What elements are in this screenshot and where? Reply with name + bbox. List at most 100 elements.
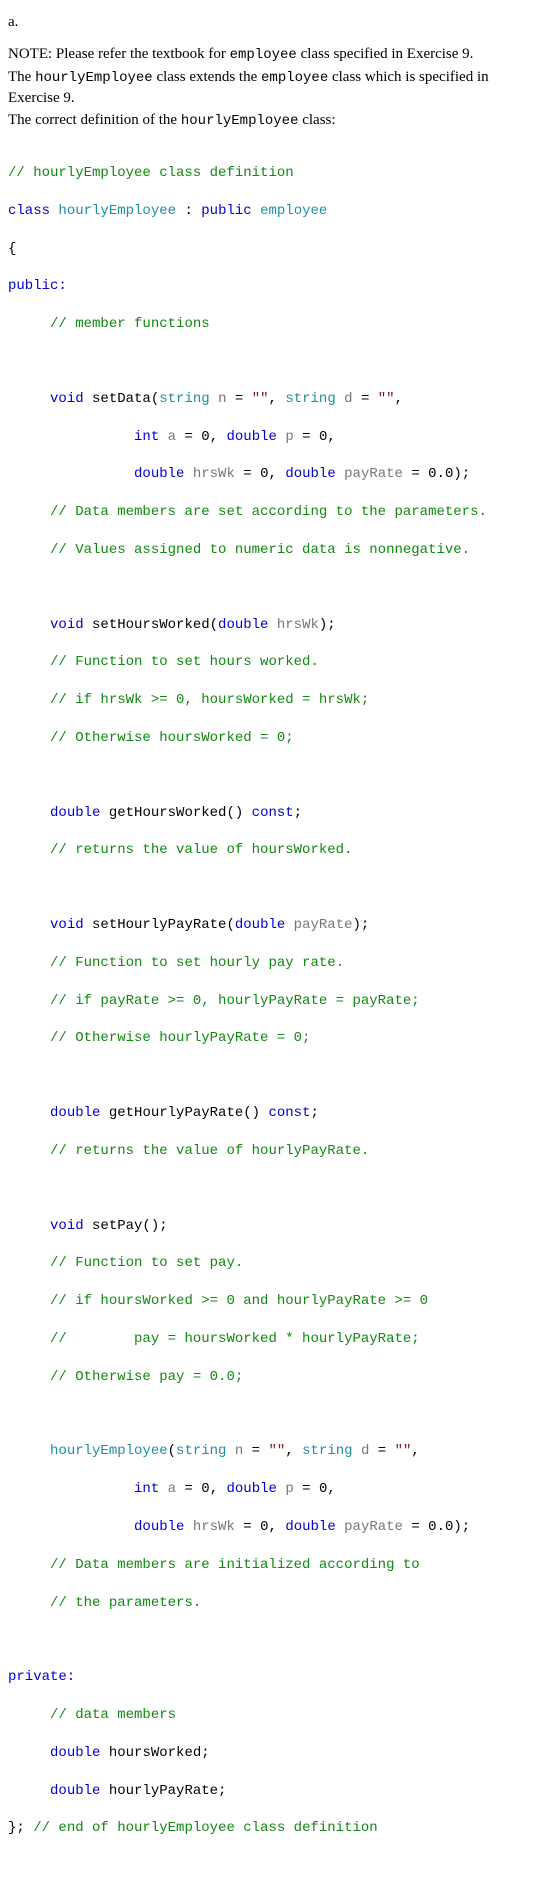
paren: ( xyxy=(168,1443,176,1459)
blank-line xyxy=(8,353,540,371)
eq: = xyxy=(369,1443,394,1459)
code-line: double getHourlyPayRate() const; xyxy=(8,1104,540,1123)
comment: // Data members are initialized accordin… xyxy=(50,1557,420,1573)
code-line: { xyxy=(8,240,540,259)
indent xyxy=(8,805,50,821)
note-line-2: The hourlyEmployee class extends the emp… xyxy=(8,67,540,108)
code-line: double getHoursWorked() const; xyxy=(8,804,540,823)
eq: = xyxy=(176,1481,201,1497)
code-line: // data members xyxy=(8,1706,540,1725)
keyword-const: const xyxy=(252,805,294,821)
semi: ; xyxy=(294,805,302,821)
indent xyxy=(8,654,50,670)
comment: // if hrsWk >= 0, hoursWorked = hrsWk; xyxy=(50,692,369,708)
keyword-public-label: public: xyxy=(8,278,67,294)
indent xyxy=(8,1218,50,1234)
param-hrswk: hrsWk xyxy=(184,466,234,482)
code-line: // Otherwise hourlyPayRate = 0; xyxy=(8,1029,540,1048)
comment: // Values assigned to numeric data is no… xyxy=(50,542,470,558)
comment: // Function to set hourly pay rate. xyxy=(50,955,344,971)
string-literal: "" xyxy=(378,391,395,407)
num-zero: 0 xyxy=(319,1481,327,1497)
indent xyxy=(8,917,50,933)
indent xyxy=(8,692,50,708)
param-a: a xyxy=(159,1481,176,1497)
comment: // Otherwise pay = 0.0; xyxy=(50,1369,243,1385)
num-zero-f: 0.0 xyxy=(428,1519,453,1535)
code-block: // hourlyEmployee class definition class… xyxy=(8,145,540,1857)
comment: // pay = hoursWorked * hourlyPayRate; xyxy=(50,1331,420,1347)
code-line: void setHoursWorked(double hrsWk); xyxy=(8,616,540,635)
keyword-double: double xyxy=(227,429,277,445)
indent xyxy=(8,1783,50,1799)
label-a: a. xyxy=(8,12,540,32)
indent xyxy=(8,1595,50,1611)
indent xyxy=(8,1105,50,1121)
member-hourlypayrate: hourlyPayRate; xyxy=(100,1783,226,1799)
string-literal: "" xyxy=(252,391,269,407)
eq: = xyxy=(235,466,260,482)
param-hrswk: hrsWk xyxy=(184,1519,234,1535)
param-d: d xyxy=(353,1443,370,1459)
code-line: // returns the value of hourlyPayRate. xyxy=(8,1142,540,1161)
fn-sethours: setHoursWorked( xyxy=(84,617,218,633)
param-payrate: payRate xyxy=(285,917,352,933)
indent xyxy=(8,1443,50,1459)
code-line: int a = 0, double p = 0, xyxy=(8,428,540,447)
num-zero-f: 0.0 xyxy=(428,466,453,482)
eq: = xyxy=(294,1481,319,1497)
blank-line xyxy=(8,1406,540,1424)
fn-gethours: getHoursWorked() xyxy=(100,805,251,821)
eq: = xyxy=(176,429,201,445)
comment: // returns the value of hourlyPayRate. xyxy=(50,1143,369,1159)
member-hoursworked: hoursWorked; xyxy=(100,1745,209,1761)
code-line: void setPay(); xyxy=(8,1217,540,1236)
keyword-double: double xyxy=(218,617,268,633)
blank-line xyxy=(8,1180,540,1198)
fn-setdata: setData( xyxy=(84,391,160,407)
comment: // returns the value of hoursWorked. xyxy=(50,842,352,858)
comma: , xyxy=(285,1443,302,1459)
comma: , xyxy=(269,391,286,407)
num-zero: 0 xyxy=(201,1481,209,1497)
indent xyxy=(8,1293,50,1309)
indent xyxy=(8,542,50,558)
code-line: // Otherwise pay = 0.0; xyxy=(8,1368,540,1387)
indent xyxy=(8,1519,134,1535)
param-n: n xyxy=(210,391,227,407)
punct: : xyxy=(176,203,201,219)
blank-line xyxy=(8,767,540,785)
indent xyxy=(8,1255,50,1271)
keyword-int: int xyxy=(134,429,159,445)
comment: // if hoursWorked >= 0 and hourlyPayRate… xyxy=(50,1293,428,1309)
line3-prefix: The correct definition of the xyxy=(8,112,181,128)
note-prefix: NOTE: Please refer the textbook for xyxy=(8,46,230,62)
hourly-employee2-code: hourlyEmployee xyxy=(181,113,299,129)
comma: , xyxy=(269,466,286,482)
close-paren-semi: ); xyxy=(453,466,470,482)
indent xyxy=(8,316,50,332)
code-line: }; // end of hourlyEmployee class defini… xyxy=(8,1819,540,1838)
indent xyxy=(8,1745,50,1761)
code-line: // Function to set pay. xyxy=(8,1254,540,1273)
fn-setpay: setPay(); xyxy=(84,1218,168,1234)
code-line: private: xyxy=(8,1668,540,1687)
employee-code: employee xyxy=(230,47,297,63)
indent xyxy=(8,1557,50,1573)
close-paren-semi: ); xyxy=(319,617,336,633)
code-line: // pay = hoursWorked * hourlyPayRate; xyxy=(8,1330,540,1349)
keyword-const: const xyxy=(268,1105,310,1121)
hourly-employee-code: hourlyEmployee xyxy=(35,70,153,86)
indent xyxy=(8,1481,134,1497)
blank-line xyxy=(8,1631,540,1649)
code-line: // Data members are set according to the… xyxy=(8,503,540,522)
comment: // Data members are set according to the… xyxy=(50,504,487,520)
code-line: // Function to set hourly pay rate. xyxy=(8,954,540,973)
code-line: hourlyEmployee(string n = "", string d =… xyxy=(8,1442,540,1461)
keyword-class: class xyxy=(8,203,50,219)
string-literal: "" xyxy=(395,1443,412,1459)
code-line: // hourlyEmployee class definition xyxy=(8,164,540,183)
comment: // Function to set pay. xyxy=(50,1255,243,1271)
indent xyxy=(8,842,50,858)
code-line: public: xyxy=(8,277,540,296)
